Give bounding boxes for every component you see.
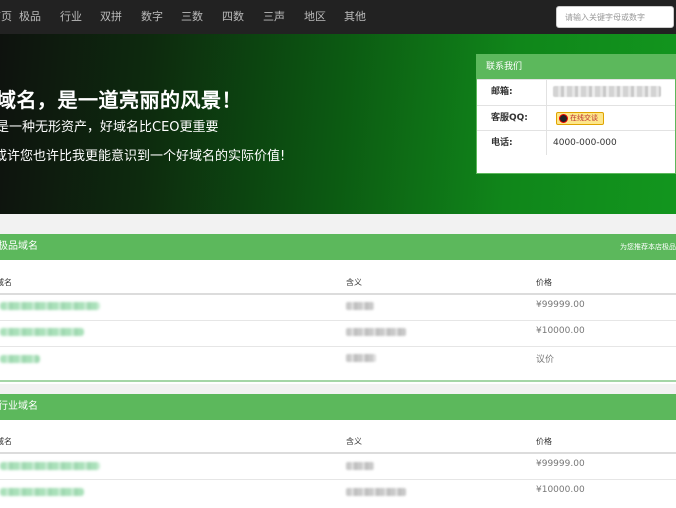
qq-penguin-icon <box>559 114 568 123</box>
column-header-domain: 域名 <box>0 437 12 446</box>
nav-item-premium[interactable]: 极品 <box>19 0 41 34</box>
domain-link[interactable] <box>0 328 84 336</box>
hero-tagline: 或许您也许比我更能意识到一个好域名的实际价值! <box>0 149 286 164</box>
price-cell: 议价 <box>536 355 555 365</box>
nav-item-other[interactable]: 其他 <box>344 0 366 34</box>
price-cell: ¥10000.00 <box>536 485 585 495</box>
domain-link[interactable] <box>0 355 40 363</box>
nav-item-industry[interactable]: 行业 <box>60 0 82 34</box>
column-header-domain: 域名 <box>0 278 12 287</box>
top-navbar: 首页 极品 行业 双拼 数字 三数 四数 三声 地区 其他 <box>0 0 676 34</box>
column-header-price: 价格 <box>536 437 552 446</box>
nav-item-numeric[interactable]: 数字 <box>141 0 163 34</box>
header-divider <box>0 293 676 295</box>
nav-item-region[interactable]: 地区 <box>304 0 326 34</box>
domain-link[interactable] <box>0 462 100 470</box>
section-header: 行业域名 <box>0 394 676 420</box>
qq-chat-button[interactable]: 在线交谈 <box>556 112 604 125</box>
divider <box>546 106 547 130</box>
nav-item-three-digit[interactable]: 三数 <box>181 0 203 34</box>
search-input[interactable] <box>556 6 674 28</box>
contact-row-email: 邮箱: <box>477 79 675 105</box>
email-value <box>553 80 661 105</box>
contact-panel-title: 联系我们 <box>477 55 675 79</box>
contact-row-phone: 电话: 4000-000-000 <box>477 130 675 155</box>
section-bottom-border <box>0 380 676 382</box>
price-cell: ¥99999.00 <box>536 459 585 469</box>
qq-label: 客服QQ: <box>491 113 528 123</box>
section-title: 行业域名 <box>0 401 38 412</box>
phone-label: 电话: <box>491 138 513 148</box>
nav-item-three-tone[interactable]: 三声 <box>263 0 285 34</box>
divider <box>546 131 547 155</box>
industry-domains-section: 行业域名 域名 含义 价格 ¥99999.00 ¥10000.00 <box>0 394 676 508</box>
nav-item-four-digit[interactable]: 四数 <box>222 0 244 34</box>
section-header: 极品域名 为您推荐本店极品 <box>0 234 676 260</box>
row-divider <box>0 346 676 347</box>
column-header-meaning: 含义 <box>346 437 362 446</box>
email-label: 邮箱: <box>491 87 513 97</box>
domain-link[interactable] <box>0 302 100 310</box>
redacted-email <box>553 86 661 97</box>
section-more-link[interactable]: 为您推荐本店极品 <box>620 234 676 260</box>
nav-item-home[interactable]: 首页 <box>0 0 12 34</box>
meaning-cell <box>346 462 374 470</box>
meaning-cell <box>346 302 374 310</box>
row-divider <box>0 320 676 321</box>
column-header-meaning: 含义 <box>346 278 362 287</box>
hero-subtitle: 是一种无形资产，好域名比CEO更重要 <box>0 120 219 135</box>
phone-value: 4000-000-000 <box>553 138 617 148</box>
page: 首页 极品 行业 双拼 数字 三数 四数 三声 地区 其他 域名，是一道亮丽的风… <box>0 0 676 508</box>
header-divider <box>0 452 676 454</box>
column-header-price: 价格 <box>536 278 552 287</box>
row-divider <box>0 479 676 480</box>
hero-title: 域名，是一道亮丽的风景！ <box>0 88 242 112</box>
meaning-cell <box>346 488 406 496</box>
premium-domains-section: 极品域名 为您推荐本店极品 域名 含义 价格 ¥99999.00 ¥10000.… <box>0 234 676 384</box>
meaning-cell <box>346 354 376 362</box>
contact-row-qq: 客服QQ: 在线交谈 <box>477 105 675 130</box>
meaning-cell <box>346 328 406 336</box>
price-cell: ¥99999.00 <box>536 300 585 310</box>
contact-panel: 联系我们 邮箱: 客服QQ: 在线交谈 电话: 4000-000-000 <box>476 54 676 174</box>
divider <box>546 80 547 105</box>
price-cell: ¥10000.00 <box>536 326 585 336</box>
domain-link[interactable] <box>0 488 84 496</box>
nav-item-double-pinyin[interactable]: 双拼 <box>100 0 122 34</box>
section-title: 极品域名 <box>0 241 38 252</box>
